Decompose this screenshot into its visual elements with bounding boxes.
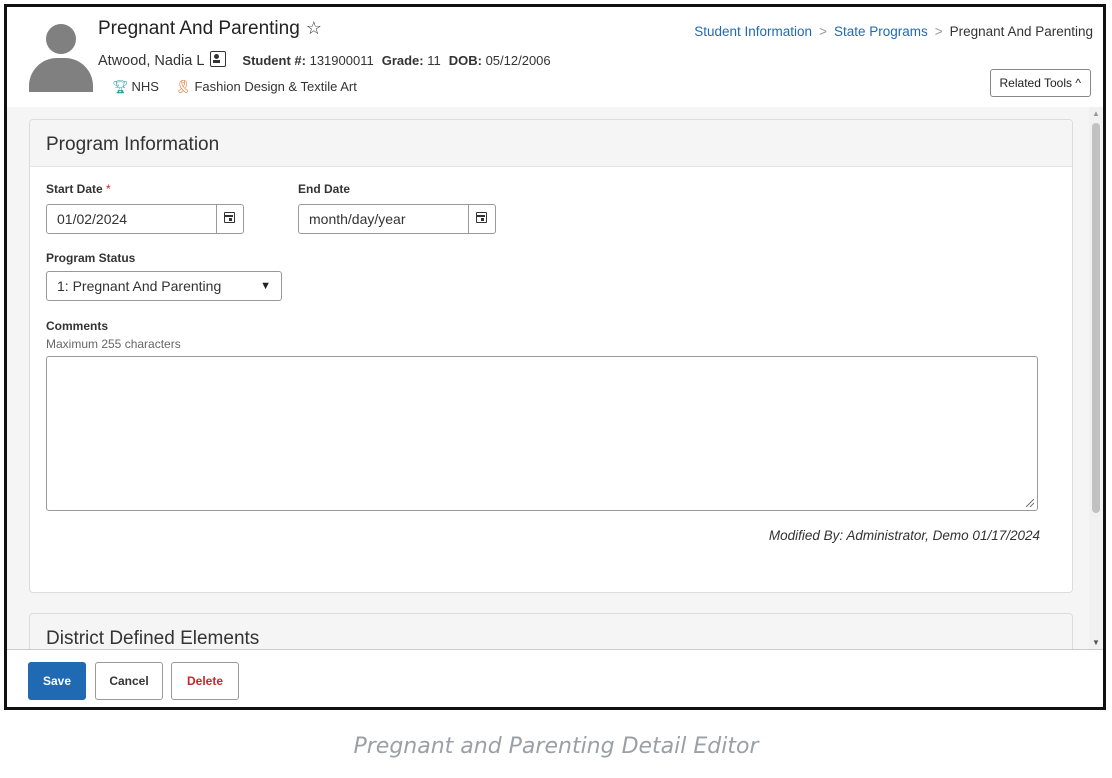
student-info-line: Atwood, Nadia L Student #: 131900011 Grade… [98, 51, 551, 69]
start-date-value: 01/02/2024 [57, 211, 128, 227]
start-date-label: Start Date * [46, 182, 111, 196]
caret-down-icon: ▼ [260, 280, 271, 292]
dob-value: 05/12/2006 [485, 53, 551, 68]
end-date-input[interactable]: month/day/year [298, 204, 496, 234]
calendar-icon[interactable] [216, 205, 243, 233]
comments-hint: Maximum 255 characters [46, 337, 181, 351]
star-icon[interactable]: ☆ [306, 18, 322, 38]
figure-caption: Pregnant and Parenting Detail Editor [353, 734, 759, 759]
breadcrumb-student-information[interactable]: Student Information [694, 24, 812, 39]
breadcrumb: Student Information > State Programs > Pregn… [694, 24, 1093, 39]
comments-label: Comments [46, 319, 109, 333]
scroll-down-icon[interactable]: ▼ [1092, 638, 1100, 647]
page-title: Pregnant And Parenting ☆ [98, 18, 322, 40]
trophy-icon: 🏆︎ [112, 79, 129, 94]
end-date-label: End Date [298, 182, 351, 196]
tag-fashion: Fashion Design & Textile Art [194, 79, 357, 94]
student-header: Pregnant And Parenting ☆ Student Informat… [7, 7, 1103, 107]
app-window: Pregnant And Parenting ☆ Student Informat… [4, 4, 1106, 710]
vertical-scrollbar[interactable]: ▲ ▼ [1089, 107, 1103, 649]
modified-by: Modified By: Administrator, Demo 01/17/2… [768, 528, 1040, 543]
program-status-select[interactable]: 1: Pregnant And Parenting ▼ [46, 271, 282, 301]
breadcrumb-current: Pregnant And Parenting [949, 24, 1093, 39]
dob-label: DOB: [448, 53, 482, 68]
panel-heading: District Defined Elements [46, 628, 260, 649]
related-tools-button[interactable]: Related Tools ^ [989, 69, 1091, 97]
calendar-icon[interactable] [468, 205, 495, 233]
student-num: 131900011 [309, 53, 374, 68]
end-date-placeholder: month/day/year [309, 211, 406, 227]
chevron-up-icon: ^ [1075, 76, 1081, 90]
ribbon-icon: 🎗︎ [174, 79, 192, 94]
comments-textarea[interactable] [46, 356, 1038, 511]
required-marker: * [106, 182, 111, 196]
action-bar: Save Cancel Delete [7, 649, 1103, 707]
avatar [29, 20, 93, 92]
cancel-button[interactable]: Cancel [95, 662, 163, 700]
delete-button[interactable]: Delete [171, 662, 239, 700]
start-date-input[interactable]: 01/02/2024 [46, 204, 244, 234]
grade-value: 11 [427, 53, 441, 68]
breadcrumb-state-programs[interactable]: State Programs [834, 24, 928, 39]
resize-grip-icon[interactable] [1026, 499, 1034, 507]
content-scroll-area: Program Information Start Date * 01/02/2… [7, 107, 1103, 649]
scroll-up-icon[interactable]: ▲ [1092, 109, 1100, 118]
district-defined-panel: District Defined Elements [29, 613, 1073, 649]
panel-heading: Program Information [46, 134, 220, 155]
student-tags: 🏆︎ NHS 🎗︎ Fashion Design & Textile Art [112, 79, 357, 95]
student-num-label: Student #: [242, 53, 306, 68]
chevron-right-icon: > [819, 24, 827, 39]
chevron-right-icon: > [934, 24, 943, 39]
related-tools-label: Related Tools [999, 76, 1073, 90]
scrollbar-thumb[interactable] [1092, 123, 1100, 513]
page-title-text: Pregnant And Parenting [98, 18, 300, 39]
program-status-value: 1: Pregnant And Parenting [57, 278, 222, 294]
id-card-icon[interactable] [210, 51, 227, 67]
grade-label: Grade: [381, 53, 424, 68]
tag-nhs: NHS [131, 79, 159, 94]
program-status-label: Program Status [46, 251, 136, 265]
save-button[interactable]: Save [28, 662, 86, 700]
student-name: Atwood, Nadia L [98, 53, 205, 69]
program-information-panel: Program Information Start Date * 01/02/2… [29, 119, 1073, 593]
